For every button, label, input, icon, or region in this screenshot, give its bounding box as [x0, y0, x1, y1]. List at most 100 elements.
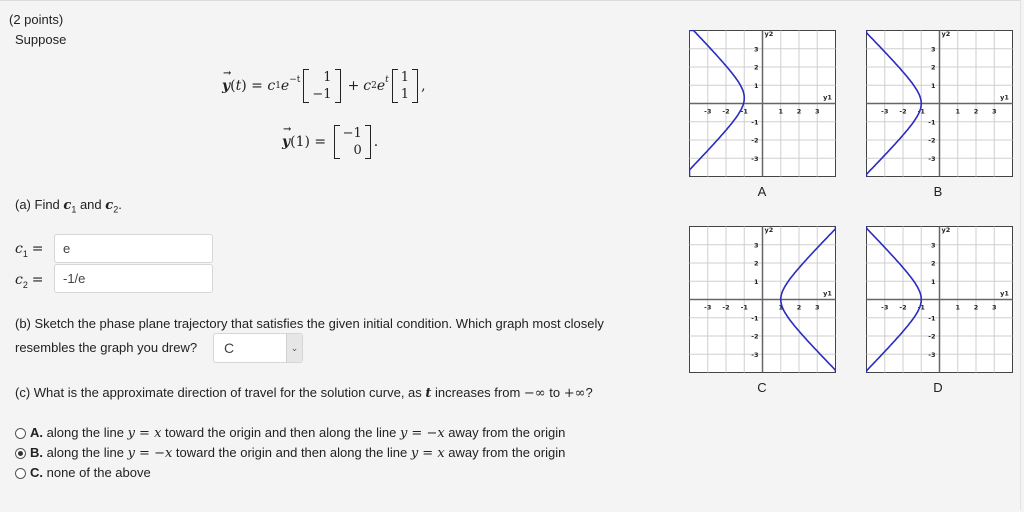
option-b-letter: B. — [30, 445, 43, 460]
option-a-line2: y = −x — [399, 426, 445, 441]
c2-input[interactable]: -1/e — [54, 264, 213, 293]
phase-plane-graph-d: -3-3-2-2-1-1112233y1y2 — [866, 226, 1013, 373]
y-tick-label: -3 — [928, 155, 935, 163]
exp2-power: t — [385, 75, 389, 85]
radio-c[interactable] — [15, 468, 26, 479]
y-tick-label: 1 — [754, 278, 759, 286]
part-b-prompt-line1: (b) Sketch the phase plane trajectory th… — [15, 316, 604, 331]
y-tick-label: -3 — [928, 351, 935, 359]
option-b-line1: y = −x — [127, 446, 173, 461]
y-tick-label: 3 — [931, 241, 936, 249]
y-tick-label: 1 — [754, 82, 759, 90]
option-b-post: away from the origin — [444, 445, 566, 460]
x-tick-label: -2 — [899, 304, 906, 312]
y-tick-label: -1 — [751, 118, 759, 126]
init-entry-2: 0 — [353, 143, 362, 158]
c1-label-symbol: c — [15, 241, 23, 257]
y-tick-label: -2 — [751, 137, 758, 145]
phase-plane-graph-b: -3-3-2-2-1-1112233y1y2 — [866, 30, 1013, 177]
exp2: e — [376, 78, 386, 94]
x-tick-label: -2 — [722, 108, 729, 116]
init-entry-1: −1 — [342, 126, 362, 141]
graph-label-c: C — [757, 380, 767, 395]
graph-choice-value: C — [224, 340, 235, 356]
x-tick-label: -3 — [881, 108, 888, 116]
x-tick-label: 1 — [955, 108, 960, 116]
exp1-power: −t — [289, 75, 301, 85]
option-a-pre: along the line — [43, 425, 128, 440]
y-tick-label: 2 — [754, 260, 759, 268]
c1-eq: = — [31, 241, 44, 257]
equation-general-solution: y (t) = c1e−t 1−1 + c2et 11 , — [222, 64, 426, 108]
c1-coef: c — [267, 78, 276, 94]
phase-plane-graph-c: -3-3-2-2-1-1112233y1y2 — [689, 226, 836, 373]
option-b-mid: toward the origin and then along the lin… — [172, 445, 411, 460]
y-tick-label: -2 — [928, 137, 935, 145]
y-tick-label: 2 — [931, 260, 936, 268]
option-c-letter: C. — [30, 465, 43, 480]
c2-coef: c — [363, 78, 372, 94]
points-label: (2 points) — [9, 12, 64, 27]
chevron-down-icon[interactable]: ⌄ — [286, 334, 302, 362]
eq1-comma: , — [421, 78, 426, 94]
part-c-prefix: (c) What is the approximate direction of… — [15, 385, 426, 400]
y-tick-label: 2 — [931, 64, 936, 72]
y-tick-label: -2 — [751, 333, 758, 341]
option-a-letter: A. — [30, 425, 43, 440]
option-a-post: away from the origin — [444, 425, 566, 440]
question-mark: ? — [585, 385, 593, 400]
plus-sign: + — [347, 78, 360, 94]
x-tick-label: 2 — [797, 304, 802, 312]
vector-y: y — [222, 68, 232, 94]
vec1-entry-1: 1 — [323, 70, 332, 85]
graph-choice-select[interactable]: C ⌄ — [213, 333, 303, 363]
c1-input[interactable]: e — [54, 234, 213, 263]
y-axis-label: y2 — [942, 226, 951, 234]
x-tick-label: -2 — [722, 304, 729, 312]
x-tick-label: -3 — [704, 304, 711, 312]
x-axis-label: y1 — [1000, 94, 1009, 102]
y-tick-label: 1 — [931, 82, 936, 90]
y-axis-label: y2 — [765, 226, 774, 234]
graph-label-d: D — [933, 380, 943, 395]
y-axis-label: y2 — [942, 30, 951, 38]
c2-label-sub: 2 — [22, 279, 28, 290]
eigenvector-2: 11 — [391, 69, 419, 103]
y-tick-label: -1 — [928, 314, 936, 322]
c2-label-symbol: c — [15, 272, 23, 288]
radio-b[interactable] — [15, 448, 26, 459]
intro-text: Suppose — [15, 32, 67, 47]
x-axis-label: y1 — [823, 94, 832, 102]
part-c-mid: increases from — [431, 385, 524, 400]
option-c-pre: none of the above — [43, 465, 151, 480]
option-c-text: C. none of the above — [30, 465, 151, 480]
y-axis-label: y2 — [765, 30, 774, 38]
and-text: and — [76, 197, 106, 212]
x-tick-label: 2 — [974, 304, 979, 312]
x-tick-label: -3 — [881, 304, 888, 312]
option-b-line2: y = x — [410, 446, 445, 461]
x-axis-label: y1 — [1000, 290, 1009, 298]
exp1: e — [280, 78, 290, 94]
eq2-lhs-rest: (1) = — [290, 134, 331, 150]
c2-label: c2 = — [15, 271, 43, 290]
y-tick-label: -1 — [928, 118, 936, 126]
initial-vector: −1 0 — [333, 125, 371, 159]
phase-plane-graph-a: -3-3-2-2-1-1112233y1y2 — [689, 30, 836, 177]
eq2-period: . — [373, 134, 379, 150]
x-axis-label: y1 — [823, 290, 832, 298]
graph-label-a: A — [757, 184, 767, 199]
c2-symbol: c — [105, 198, 114, 213]
option-a-line1: y = x — [127, 426, 162, 441]
x-tick-label: -3 — [704, 108, 711, 116]
part-a-prefix: (a) Find — [15, 197, 64, 212]
y-tick-label: 3 — [931, 45, 936, 53]
eigenvector-1: 1 −1 — [303, 69, 341, 103]
y-tick-label: -3 — [751, 351, 758, 359]
y-tick-label: 1 — [931, 278, 936, 286]
x-tick-label: 2 — [797, 108, 802, 116]
y-tick-label: -1 — [751, 314, 759, 322]
radio-a[interactable] — [15, 428, 26, 439]
x-tick-label: 1 — [778, 108, 783, 116]
part-c-prompt: (c) What is the approximate direction of… — [15, 385, 593, 401]
